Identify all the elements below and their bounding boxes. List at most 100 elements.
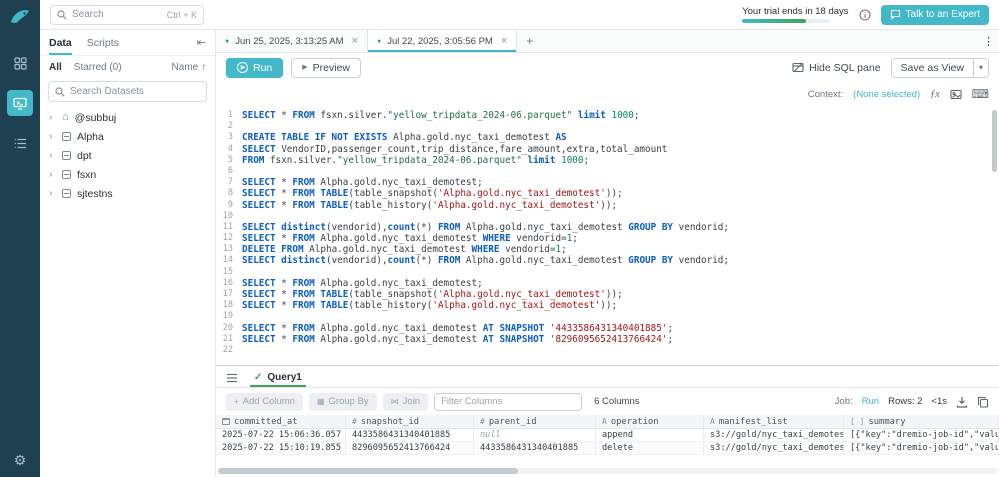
dremio-logo-icon[interactable] xyxy=(9,7,31,29)
sql-editor[interactable]: 1SELECT * FROM fsxn.silver."yellow_tripd… xyxy=(216,106,999,365)
preview-button[interactable]: ▶ Preview xyxy=(291,58,361,78)
dataset-search-input[interactable] xyxy=(70,86,200,97)
tab-overflow-icon[interactable]: ⋮ xyxy=(978,30,999,52)
column-header[interactable]: committed_at xyxy=(216,415,346,428)
chevron-right-icon[interactable]: › xyxy=(49,188,56,199)
sql-line[interactable]: 11SELECT distinct(vendorid),count(*) FRO… xyxy=(216,222,999,233)
sql-line[interactable]: 3CREATE TABLE IF NOT EXISTS Alpha.gold.n… xyxy=(216,132,999,143)
sql-line[interactable]: 21SELECT * FROM Alpha.gold.nyc_taxi_demo… xyxy=(216,334,999,345)
tab-data[interactable]: Data xyxy=(49,30,72,55)
sql-line[interactable]: 8SELECT * FROM TABLE(table_snapshot('Alp… xyxy=(216,188,999,199)
sql-line[interactable]: 1SELECT * FROM fsxn.silver."yellow_tripd… xyxy=(216,110,999,121)
editor-scrollbar-thumb[interactable] xyxy=(992,110,997,172)
keyboard-shortcuts-icon[interactable]: ⌨ xyxy=(972,88,989,100)
results-tab-query1[interactable]: ✓ Query1 xyxy=(250,372,306,387)
line-number: 2 xyxy=(216,121,242,132)
results-hscrollbar[interactable] xyxy=(218,468,997,474)
column-header[interactable]: Amanifest_list xyxy=(704,415,844,428)
sql-code: SELECT distinct(vendorid),count(*) FROM … xyxy=(242,255,729,266)
sql-line[interactable]: 15 xyxy=(216,267,999,278)
settings-gear-icon[interactable]: ⚙ xyxy=(14,452,27,469)
column-header[interactable]: #parent_id xyxy=(474,415,596,428)
sql-line[interactable]: 17SELECT * FROM TABLE(table_snapshot('Al… xyxy=(216,289,999,300)
column-header[interactable]: Aoperation xyxy=(596,415,704,428)
chevron-right-icon[interactable]: › xyxy=(49,131,56,142)
results-hscrollbar-thumb[interactable] xyxy=(218,468,518,474)
global-search[interactable]: Ctrl + K xyxy=(50,5,204,25)
download-icon[interactable] xyxy=(956,396,968,408)
sql-line[interactable]: 22 xyxy=(216,345,999,356)
tree-item[interactable]: ›⌂@subbuj xyxy=(40,108,215,127)
talk-to-expert-button[interactable]: Talk to an Expert xyxy=(881,5,989,25)
sql-line[interactable]: 14SELECT distinct(vendorid),count(*) FRO… xyxy=(216,255,999,266)
tab-scripts[interactable]: Scripts xyxy=(87,30,119,55)
run-button[interactable]: ▶ Run xyxy=(226,58,283,78)
column-header[interactable]: #snapshot_id xyxy=(346,415,474,428)
results-body: 2025-07-22 15:06:36.05744335864313404018… xyxy=(216,429,999,455)
close-tab-icon[interactable]: × xyxy=(352,35,358,47)
collapse-panel-icon[interactable]: ⇤ xyxy=(197,36,206,49)
chevron-right-icon[interactable]: › xyxy=(49,150,56,161)
filter-all[interactable]: All xyxy=(49,62,62,73)
tree-item[interactable]: ›fsxn xyxy=(40,165,215,184)
sql-code: SELECT * FROM TABLE(table_snapshot('Alph… xyxy=(242,188,623,199)
source-icon xyxy=(62,170,71,179)
sql-line[interactable]: 18SELECT * FROM TABLE(table_history('Alp… xyxy=(216,300,999,311)
functions-icon[interactable]: ƒx xyxy=(930,89,939,100)
filter-columns-input[interactable] xyxy=(434,393,582,411)
sql-line[interactable]: 10 xyxy=(216,211,999,222)
sort-by-name[interactable]: Name ↑ xyxy=(172,62,206,73)
global-search-input[interactable] xyxy=(72,9,162,20)
sql-line[interactable]: 9SELECT * FROM TABLE(table_history('Alph… xyxy=(216,200,999,211)
chevron-right-icon[interactable]: › xyxy=(49,169,56,180)
new-tab-button[interactable]: + xyxy=(517,30,542,52)
tree-item[interactable]: ›Alpha xyxy=(40,127,215,146)
table-cell: 2025-07-22 15:06:36.057 xyxy=(216,429,346,442)
caret-down-icon[interactable]: ▾ xyxy=(973,59,988,77)
sql-line[interactable]: 5FROM fsxn.silver."yellow_tripdata_2024-… xyxy=(216,155,999,166)
sql-line[interactable]: 16SELECT * FROM Alpha.gold.nyc_taxi_demo… xyxy=(216,278,999,289)
join-button[interactable]: ⋈ Join xyxy=(383,393,428,411)
column-header[interactable]: [ ]summary xyxy=(844,415,999,428)
dataset-panel-icon[interactable] xyxy=(950,89,962,100)
sql-line[interactable]: 2 xyxy=(216,121,999,132)
tree-item-label: sjtestns xyxy=(77,188,113,200)
hide-sql-pane-button[interactable]: Hide SQL pane xyxy=(792,62,880,74)
dataset-search[interactable] xyxy=(48,81,207,102)
add-column-button[interactable]: + Add Column xyxy=(226,393,303,411)
filter-starred[interactable]: Starred (0) xyxy=(74,62,122,73)
catalog-nav-icon[interactable] xyxy=(7,50,33,76)
editor-scrollbar[interactable] xyxy=(992,110,997,358)
script-tab[interactable]: ●Jul 22, 2025, 3:05:56 PM× xyxy=(368,30,517,52)
jobs-nav-icon[interactable] xyxy=(7,130,33,156)
search-icon xyxy=(57,10,67,20)
close-tab-icon[interactable]: × xyxy=(501,35,507,47)
results-view-icon[interactable] xyxy=(226,373,238,383)
job-run-link[interactable]: Run xyxy=(862,396,879,407)
sql-runner-nav-icon[interactable] xyxy=(7,90,33,116)
script-tab[interactable]: ●Jun 25, 2025, 3:13:25 AM× xyxy=(216,30,368,52)
sql-line[interactable]: 7SELECT * FROM Alpha.gold.nyc_taxi_demot… xyxy=(216,177,999,188)
save-as-view-button[interactable]: Save as View ▾ xyxy=(891,58,989,78)
tree-item[interactable]: › sjtestns xyxy=(40,184,215,203)
info-icon[interactable] xyxy=(859,9,871,21)
sql-line[interactable]: 6 xyxy=(216,166,999,177)
sql-line[interactable]: 12SELECT * FROM Alpha.gold.nyc_taxi_demo… xyxy=(216,233,999,244)
sql-line[interactable]: 13DELETE FROM Alpha.gold.nyc_taxi_demote… xyxy=(216,244,999,255)
tree-item[interactable]: ›dpt xyxy=(40,146,215,165)
sql-line[interactable]: 19 xyxy=(216,311,999,322)
sql-line[interactable]: 20SELECT * FROM Alpha.gold.nyc_taxi_demo… xyxy=(216,323,999,334)
play-icon: ▶ xyxy=(302,64,307,71)
sql-code: CREATE TABLE IF NOT EXISTS Alpha.gold.ny… xyxy=(242,132,567,143)
copy-icon[interactable] xyxy=(977,396,989,408)
saved-dot-icon: ● xyxy=(225,38,229,45)
group-by-button[interactable]: ▦ Group By xyxy=(309,393,377,411)
table-row[interactable]: 2025-07-22 15:10:19.85582960956524137664… xyxy=(216,442,999,455)
sql-line[interactable]: 4SELECT VendorID,passenger_count,trip_di… xyxy=(216,144,999,155)
dataset-tree: ›⌂@subbuj›Alpha›dpt›fsxn›sjtestns xyxy=(40,108,215,203)
line-number: 21 xyxy=(216,334,242,345)
results-tabs: ✓ Query1 xyxy=(216,366,999,388)
context-value[interactable]: (None selected) xyxy=(853,89,920,100)
chevron-right-icon[interactable]: › xyxy=(49,112,56,123)
table-row[interactable]: 2025-07-22 15:06:36.05744335864313404018… xyxy=(216,429,999,442)
